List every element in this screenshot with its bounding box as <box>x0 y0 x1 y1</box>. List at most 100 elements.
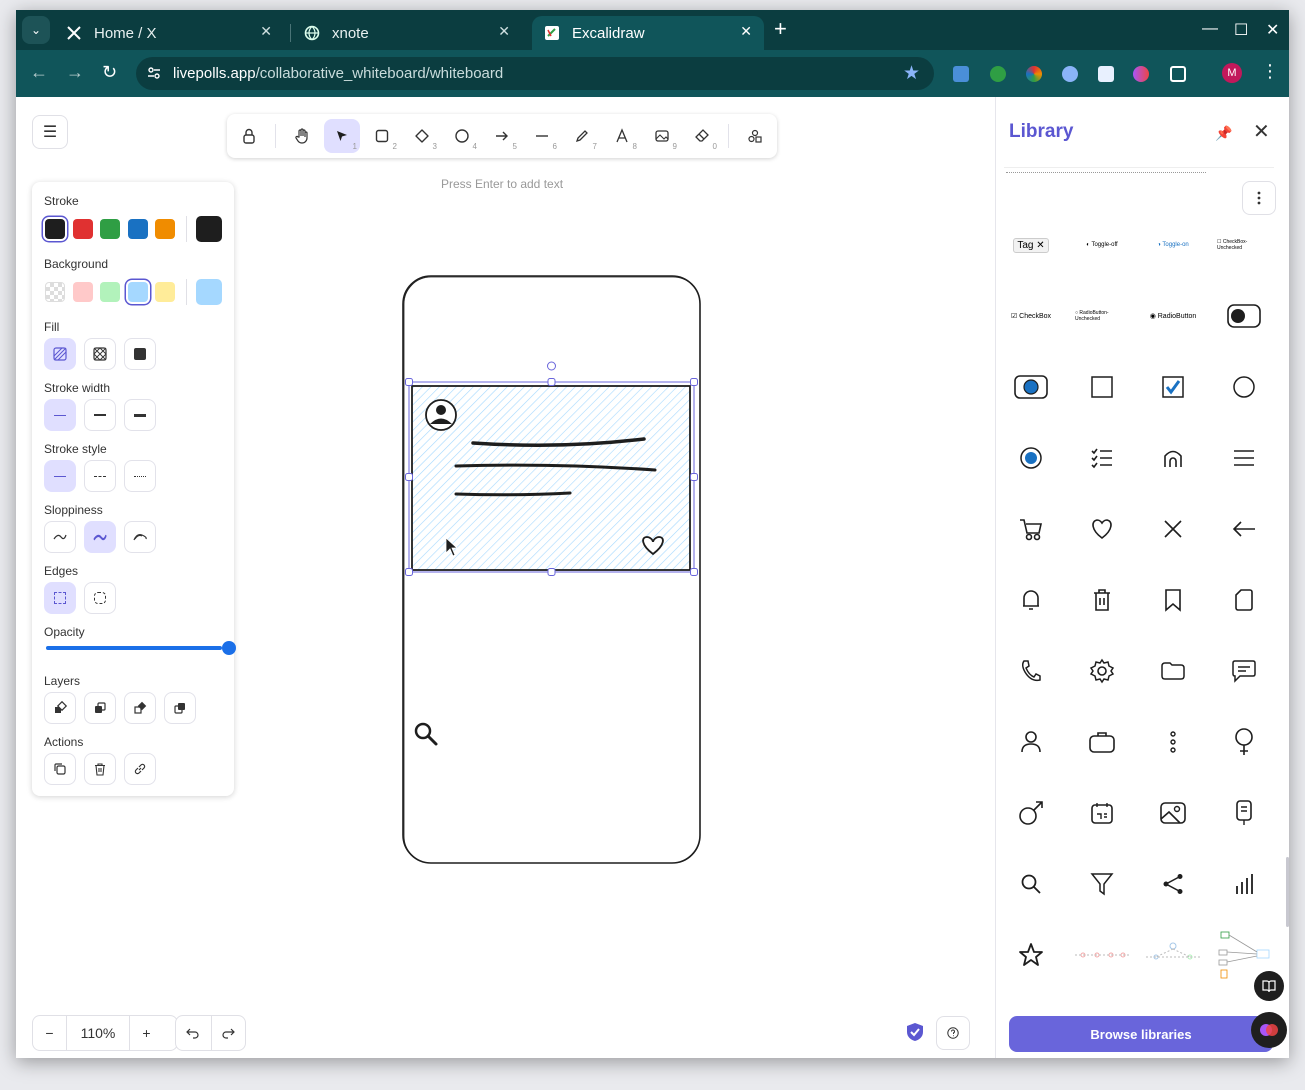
stroke-color-green[interactable] <box>100 219 120 239</box>
library-scrollbar[interactable] <box>1286 857 1289 927</box>
translate-extension-icon[interactable] <box>953 66 969 82</box>
edges-sharp-button[interactable] <box>44 582 76 614</box>
close-icon[interactable]: ✕ <box>498 23 510 40</box>
library-item-checkbox-checked[interactable] <box>1146 360 1200 414</box>
more-vertical-icon[interactable] <box>1146 715 1200 769</box>
stroke-style-dashed-button[interactable] <box>84 460 116 492</box>
address-bar[interactable]: livepolls.app/collaborative_whiteboard/w… <box>136 57 934 90</box>
reload-icon[interactable]: ↻ <box>102 62 117 83</box>
stroke-color-blue[interactable] <box>128 219 148 239</box>
extensions-puzzle-icon[interactable] <box>1170 66 1186 82</box>
tab-home-x[interactable]: Home / X ✕ <box>54 16 284 50</box>
line-tool[interactable]: 6 <box>524 119 560 153</box>
browse-libraries-button[interactable]: Browse libraries <box>1009 1016 1273 1052</box>
background-color-blue[interactable] <box>128 282 148 302</box>
arrow-tool[interactable]: 5 <box>484 119 520 153</box>
library-item-flow-sketch-1[interactable] <box>1075 928 1129 982</box>
opacity-slider[interactable] <box>46 641 236 655</box>
extension-icon[interactable] <box>990 66 1006 82</box>
sloppiness-architect-button[interactable] <box>44 521 76 553</box>
back-icon[interactable]: ← <box>30 62 48 83</box>
background-color-transparent[interactable] <box>45 282 65 302</box>
browser-menu-icon[interactable]: ⋮ <box>1261 61 1279 82</box>
close-icon[interactable] <box>1146 502 1200 556</box>
text-tool[interactable]: 8 <box>604 119 640 153</box>
selection-tool[interactable]: 1 <box>324 119 360 153</box>
library-item-checkbox-unchecked[interactable]: ☐ CheckBox-Unchecked <box>1217 218 1271 272</box>
heart-icon[interactable] <box>1075 502 1129 556</box>
new-tab-button[interactable]: + <box>774 18 787 40</box>
delete-button[interactable] <box>84 753 116 785</box>
zoom-in-button[interactable]: + <box>129 1016 163 1050</box>
close-library-button[interactable]: ✕ <box>1253 119 1270 144</box>
search-icon[interactable] <box>414 722 438 746</box>
library-item-circle[interactable] <box>1217 360 1271 414</box>
file-icon[interactable] <box>1217 573 1271 627</box>
library-item-flow-sketch-2[interactable] <box>1146 928 1200 982</box>
brain-extension-icon[interactable] <box>1133 66 1149 82</box>
filter-icon[interactable] <box>1075 857 1129 911</box>
library-item-radio-button[interactable]: ◉ RadioButton <box>1146 289 1200 343</box>
forward-icon[interactable]: → <box>66 62 84 83</box>
library-item-radio-unchecked[interactable]: ○ RadioButton-Unchecked <box>1075 289 1129 343</box>
bookmark-icon[interactable] <box>1146 573 1200 627</box>
library-item-radio-box[interactable] <box>1004 360 1058 414</box>
bring-to-front-button[interactable] <box>164 692 196 724</box>
cart-icon[interactable] <box>1004 502 1058 556</box>
docs-extension-icon[interactable] <box>1098 66 1114 82</box>
briefcase-icon[interactable] <box>1075 715 1129 769</box>
chat-icon[interactable] <box>1217 644 1271 698</box>
link-button[interactable] <box>124 753 156 785</box>
background-color-picker[interactable] <box>196 279 222 305</box>
phone-icon[interactable] <box>1004 644 1058 698</box>
chrome-extension-icon[interactable] <box>1026 66 1042 82</box>
bring-forward-button[interactable] <box>124 692 156 724</box>
rectangle-tool[interactable]: 2 <box>364 119 400 153</box>
stroke-color-orange[interactable] <box>155 219 175 239</box>
male-icon[interactable] <box>1004 786 1058 840</box>
background-color-yellow[interactable] <box>155 282 175 302</box>
background-color-pink[interactable] <box>73 282 93 302</box>
search-icon[interactable] <box>1004 857 1058 911</box>
sloppiness-artist-button[interactable] <box>84 521 116 553</box>
link-extension-icon[interactable] <box>1062 66 1078 82</box>
ai-extension-button[interactable] <box>1251 1012 1287 1048</box>
site-info-icon[interactable] <box>146 65 162 81</box>
bar-chart-icon[interactable] <box>1217 857 1271 911</box>
zoom-out-button[interactable]: − <box>33 1016 67 1050</box>
fill-crosshatch-button[interactable] <box>84 338 116 370</box>
background-color-green[interactable] <box>100 282 120 302</box>
close-icon[interactable]: ✕ <box>260 23 272 40</box>
female-icon[interactable] <box>1217 715 1271 769</box>
pencil-tool[interactable]: 7 <box>564 119 600 153</box>
library-item-partial[interactable] <box>1006 172 1206 178</box>
lock-tool[interactable] <box>231 119 267 153</box>
settings-icon[interactable] <box>1075 644 1129 698</box>
stroke-style-solid-button[interactable] <box>44 460 76 492</box>
minimize-icon[interactable]: — <box>1202 20 1218 38</box>
shield-check-icon[interactable] <box>906 1022 924 1042</box>
back-arrow-icon[interactable] <box>1217 502 1271 556</box>
send-to-back-button[interactable] <box>44 692 76 724</box>
ellipse-tool[interactable]: 4 <box>444 119 480 153</box>
library-item-checkbox[interactable]: ☑ CheckBox <box>1004 289 1058 343</box>
tab-xnote[interactable]: xnote ✕ <box>292 16 522 50</box>
more-shapes-tool[interactable] <box>737 119 773 153</box>
library-item-square[interactable] <box>1075 360 1129 414</box>
share-icon[interactable] <box>1146 857 1200 911</box>
image-icon[interactable] <box>1146 786 1200 840</box>
stroke-color-picker[interactable] <box>196 216 222 242</box>
undo-icon[interactable] <box>186 1026 200 1040</box>
trash-icon[interactable] <box>1075 573 1129 627</box>
library-item-toggle-switch[interactable] <box>1217 289 1271 343</box>
hand-tool[interactable] <box>284 119 320 153</box>
sloppiness-cartoonist-button[interactable] <box>124 521 156 553</box>
diamond-tool[interactable]: 3 <box>404 119 440 153</box>
tab-excalidraw[interactable]: Excalidraw ✕ <box>532 16 764 50</box>
help-button[interactable] <box>936 1016 970 1050</box>
bell-icon[interactable] <box>1004 573 1058 627</box>
redo-icon[interactable] <box>221 1026 235 1040</box>
bookmark-star-icon[interactable]: ★ <box>903 62 920 85</box>
main-menu-button[interactable]: ☰ <box>32 115 68 149</box>
stroke-color-black[interactable] <box>45 219 65 239</box>
